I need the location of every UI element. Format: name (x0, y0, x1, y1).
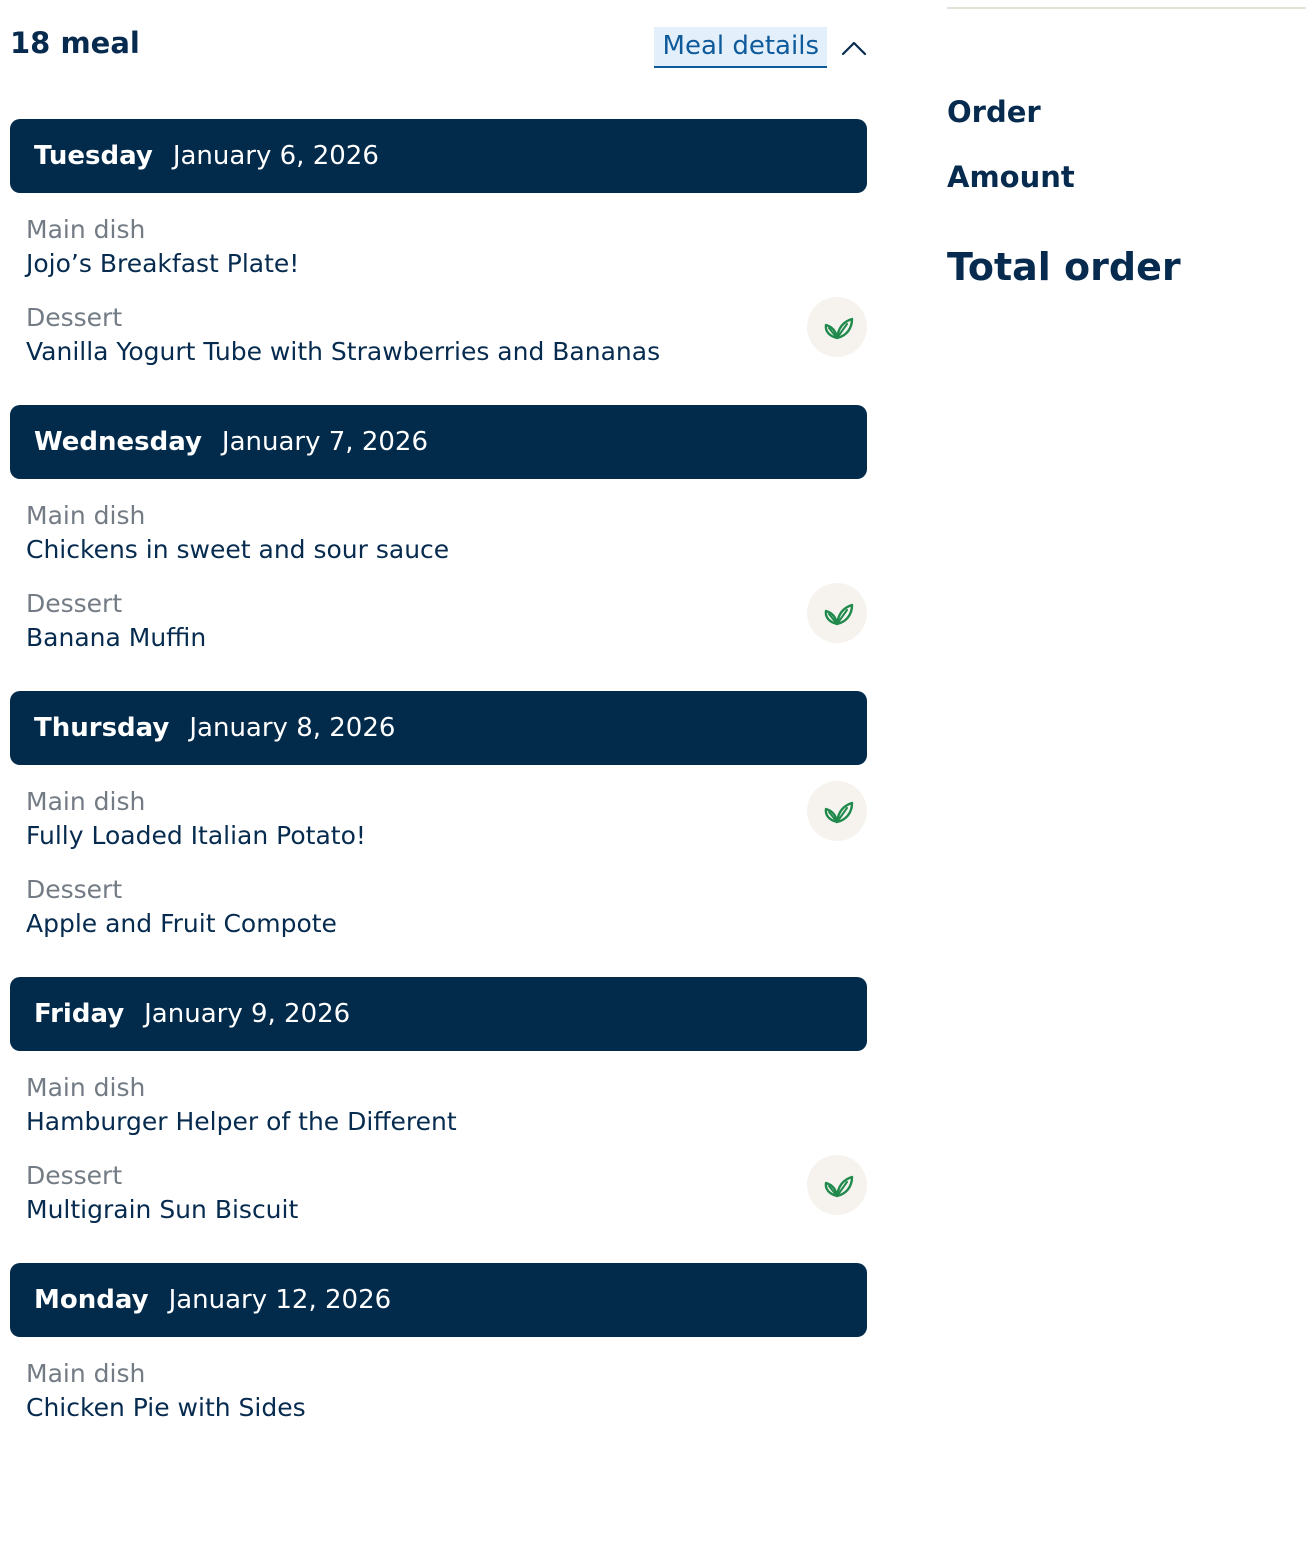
leaf-icon (824, 801, 854, 824)
vegetarian-badge (807, 1155, 867, 1215)
day-meals: Main dish Jojo’s Breakfast Plate! Desser… (10, 193, 867, 405)
dessert-name: Multigrain Sun Biscuit (26, 1195, 299, 1224)
main-dish-name: Hamburger Helper of the Different (26, 1107, 457, 1136)
main-dish-label: Main dish (26, 215, 146, 244)
dessert-label: Dessert (26, 875, 123, 904)
day-meals: Main dish Chickens in sweet and sour sau… (10, 479, 867, 691)
day-name: Friday (34, 999, 125, 1029)
day-date: January 12, 2026 (168, 1285, 392, 1315)
meal-details-button[interactable]: Meal details (653, 27, 827, 68)
day-header-thursday: Thursday January 8, 2026 (10, 691, 867, 765)
day-date: January 7, 2026 (221, 427, 428, 457)
amount-label: Amount (947, 160, 1075, 194)
dessert-label: Dessert (26, 589, 123, 618)
day-name: Monday (34, 1285, 149, 1315)
day-header-tuesday: Tuesday January 6, 2026 (10, 119, 867, 193)
main-dish-name: Chickens in sweet and sour sauce (26, 535, 450, 564)
main-dish-label: Main dish (26, 1073, 146, 1102)
chevron-up-icon[interactable] (841, 38, 867, 58)
main-dish-name: Chicken Pie with Sides (26, 1393, 306, 1422)
day-date: January 9, 2026 (144, 999, 351, 1029)
main-dish-name: Jojo’s Breakfast Plate! (26, 249, 300, 278)
main-dish-label: Main dish (26, 787, 146, 816)
dessert-name: Apple and Fruit Compote (26, 909, 337, 938)
main-dish-label: Main dish (26, 1359, 146, 1388)
main-dish-label: Main dish (26, 501, 146, 530)
day-meals: Main dish Hamburger Helper of the Differ… (10, 1051, 867, 1263)
meal-details-toggle[interactable]: Meal details (653, 27, 867, 68)
meal-count: 18 meal (10, 26, 140, 60)
vegetarian-badge (807, 781, 867, 841)
leaf-icon (824, 317, 854, 340)
total-order-label: Total order (947, 245, 1181, 289)
meal-list-header: 18 meal Meal details (10, 0, 867, 119)
dessert-label: Dessert (26, 1161, 123, 1190)
dessert-name: Vanilla Yogurt Tube with Strawberries an… (26, 337, 661, 366)
day-date: January 6, 2026 (172, 141, 379, 171)
day-name: Thursday (34, 713, 170, 743)
meal-list-panel: 18 meal Meal details Tuesday January 6, … (10, 0, 867, 1549)
day-meals: Main dish Chicken Pie with Sides (10, 1337, 867, 1549)
day-name: Tuesday (34, 141, 153, 171)
vegetarian-badge (807, 297, 867, 357)
leaf-icon (824, 603, 854, 626)
order-label: Order (947, 95, 1041, 129)
vegetarian-badge (807, 583, 867, 643)
main-dish-name: Fully Loaded Italian Potato! (26, 821, 366, 850)
day-header-friday: Friday January 9, 2026 (10, 977, 867, 1051)
dessert-label: Dessert (26, 303, 123, 332)
day-header-monday: Monday January 12, 2026 (10, 1263, 867, 1337)
day-header-wednesday: Wednesday January 7, 2026 (10, 405, 867, 479)
dessert-name: Banana Muffin (26, 623, 207, 652)
day-date: January 8, 2026 (189, 713, 396, 743)
leaf-icon (824, 1175, 854, 1198)
day-meals: Main dish Fully Loaded Italian Potato! D… (10, 765, 867, 977)
day-name: Wednesday (34, 427, 202, 457)
summary-divider (947, 7, 1306, 9)
